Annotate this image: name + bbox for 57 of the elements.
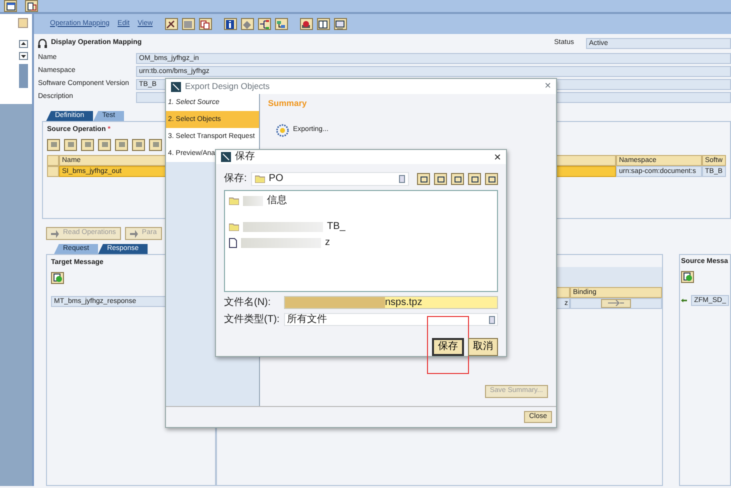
dropdown-icon — [399, 175, 405, 184]
dropdown-icon — [489, 316, 495, 324]
save-button[interactable] — [182, 18, 195, 30]
documents-icon — [26, 2, 36, 10]
file-name-field[interactable]: nsps.tpz — [284, 296, 498, 310]
network-icon — [276, 20, 286, 28]
arrow-icon — [608, 300, 624, 306]
add-message-button[interactable] — [51, 272, 64, 284]
info-button[interactable] — [224, 18, 237, 30]
close-button[interactable]: × — [544, 80, 551, 94]
book-icon — [318, 20, 328, 28]
arrow-icon — [51, 230, 59, 238]
summary-heading: Summary — [268, 98, 308, 108]
book-button[interactable] — [316, 18, 330, 30]
window-icon — [6, 2, 16, 10]
folder-dropdown[interactable]: PO — [250, 172, 409, 186]
field-label: 文件类型(T): — [224, 314, 280, 326]
scrollbar-thumb[interactable] — [19, 64, 28, 88]
folder-icon — [229, 223, 239, 232]
file-name[interactable]: 信息 — [267, 195, 287, 208]
diamond-icon — [242, 20, 252, 28]
dialog-title: Export Design Objects — [185, 81, 270, 92]
headset-icon — [38, 39, 47, 48]
hat-button[interactable] — [300, 18, 313, 30]
field-label: 文件名(N): — [224, 296, 272, 309]
add-message-button[interactable] — [681, 270, 694, 283]
binding-button[interactable] — [601, 299, 631, 308]
folder-icon — [229, 197, 239, 206]
add-message-icon — [52, 273, 62, 282]
monitor-button[interactable] — [334, 18, 347, 30]
arrow-icon — [130, 230, 138, 238]
file-type-dropdown[interactable]: 所有文件 — [284, 313, 498, 326]
file-icon — [229, 238, 237, 248]
network-button[interactable] — [274, 18, 288, 30]
edit-icon — [166, 20, 176, 28]
spinner-icon — [276, 124, 289, 138]
arrow-icon — [681, 298, 688, 303]
folder-icon — [254, 175, 265, 184]
app-icon — [171, 82, 181, 92]
dialog-button[interactable]: 保存 — [432, 338, 464, 356]
edit-button[interactable] — [164, 18, 178, 30]
hierarchy-button[interactable] — [258, 18, 271, 30]
blurred-area — [243, 196, 263, 206]
scroll-down-icon[interactable] — [19, 52, 28, 60]
hat-icon — [301, 20, 312, 28]
monitor-icon — [335, 20, 346, 28]
file-name[interactable]: z — [325, 237, 330, 250]
save-icon — [183, 20, 194, 28]
header-cell — [47, 154, 59, 166]
add-message-icon — [682, 272, 692, 282]
documents-button[interactable] — [25, 0, 38, 12]
window-button[interactable] — [4, 0, 17, 12]
info-icon — [225, 20, 236, 28]
file-name[interactable]: TB_ — [327, 221, 346, 234]
dialog-button[interactable]: 取消 — [468, 338, 498, 356]
hierarchy-icon — [259, 20, 270, 28]
scroll-up-icon[interactable] — [19, 40, 28, 48]
